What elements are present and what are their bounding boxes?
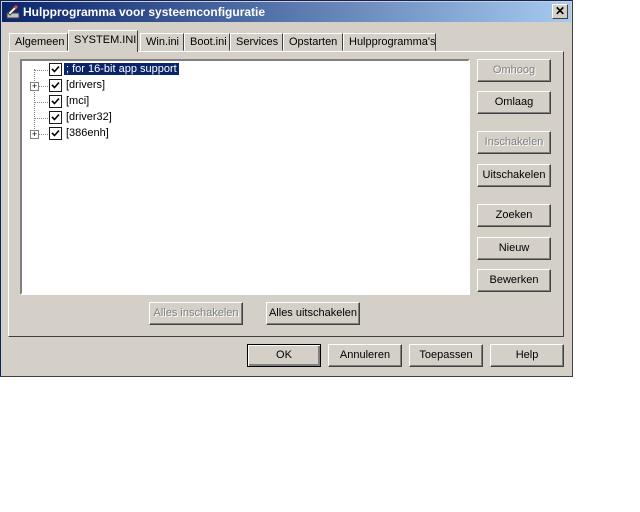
tree-checkbox[interactable] — [49, 127, 62, 140]
system-config-window: Hulpprogramma voor systeemconfiguratie ✕… — [0, 0, 573, 377]
move-up-button[interactable]: Omhoog — [477, 59, 551, 82]
tree-branch-line — [39, 134, 48, 135]
tab-win-ini[interactable]: Win.ini — [140, 33, 184, 51]
tab-label: Opstarten — [289, 36, 338, 48]
move-down-button[interactable]: Omlaag — [477, 91, 551, 114]
expander-glyph: + — [31, 81, 38, 91]
tab-boot-ini[interactable]: Boot.ini — [184, 33, 230, 51]
tree-item-label: ; for 16-bit app support — [64, 63, 179, 75]
apply-button[interactable]: Toepassen — [409, 344, 483, 367]
tree-item[interactable]: + [386enh] — [22, 126, 462, 142]
tree-branch-line — [34, 118, 48, 119]
tree-item-label: [386enh] — [66, 127, 109, 139]
tree-checkbox[interactable] — [49, 63, 62, 76]
tree-item-label: [drivers] — [66, 79, 106, 91]
help-button[interactable]: Help — [490, 344, 564, 367]
tab-label: Boot.ini — [190, 36, 227, 48]
checkmark-icon — [51, 81, 60, 89]
tab-label: Services — [236, 36, 279, 48]
expander-glyph: + — [31, 129, 38, 139]
close-button[interactable]: ✕ — [552, 4, 568, 19]
tree-item[interactable]: [mci] — [22, 94, 462, 110]
msconfig-app-icon — [5, 4, 21, 20]
checkmark-icon — [51, 129, 60, 137]
tree-branch-line — [34, 102, 48, 103]
edit-button[interactable]: Bewerken — [477, 269, 551, 292]
tree-checkbox[interactable] — [49, 95, 62, 108]
tab-system-ini[interactable]: SYSTEM.INI — [68, 30, 138, 52]
new-button[interactable]: Nieuw — [477, 237, 551, 260]
tab-algemeen[interactable]: Algemeen — [9, 33, 68, 51]
enable-button[interactable]: Inschakelen — [477, 131, 551, 154]
tab-label: Win.ini — [146, 36, 180, 48]
tree-checkbox[interactable] — [49, 111, 62, 124]
tab-hulpprogrammas[interactable]: Hulpprogramma's — [343, 33, 436, 51]
checkmark-icon — [51, 65, 60, 73]
tree-checkbox[interactable] — [49, 79, 62, 92]
expand-plus-icon[interactable]: + — [30, 130, 39, 139]
tree-item[interactable]: [driver32] — [22, 110, 462, 126]
tab-label: SYSTEM.INI — [74, 34, 137, 46]
tree-item[interactable]: ; for 16-bit app support — [22, 62, 462, 78]
cancel-button[interactable]: Annuleren — [328, 344, 402, 367]
system-ini-tree[interactable]: ; for 16-bit app support + [drivers] [mc… — [20, 59, 470, 295]
tab-services[interactable]: Services — [230, 33, 283, 51]
disable-all-button[interactable]: Alles uitschakelen — [266, 302, 360, 325]
expand-plus-icon[interactable]: + — [30, 82, 39, 91]
tree-item-label: [driver32] — [66, 111, 112, 123]
tab-label: Algemeen — [15, 36, 65, 48]
tab-opstarten[interactable]: Opstarten — [283, 33, 343, 51]
checkmark-icon — [51, 113, 60, 121]
disable-button[interactable]: Uitschakelen — [477, 164, 551, 187]
ok-button[interactable]: OK — [247, 344, 321, 367]
tab-label: Hulpprogramma's — [349, 36, 436, 48]
find-button[interactable]: Zoeken — [477, 204, 551, 227]
tree-item-label: [mci] — [66, 95, 90, 107]
tree-item[interactable]: + [drivers] — [22, 78, 462, 94]
tree-branch-line — [39, 86, 48, 87]
title-bar[interactable]: Hulpprogramma voor systeemconfiguratie ✕ — [2, 2, 571, 22]
window-title: Hulpprogramma voor systeemconfiguratie — [23, 5, 266, 19]
checkmark-icon — [51, 97, 60, 105]
enable-all-button[interactable]: Alles inschakelen — [149, 302, 243, 325]
tree-branch-line — [34, 70, 48, 71]
close-icon: ✕ — [554, 4, 566, 18]
